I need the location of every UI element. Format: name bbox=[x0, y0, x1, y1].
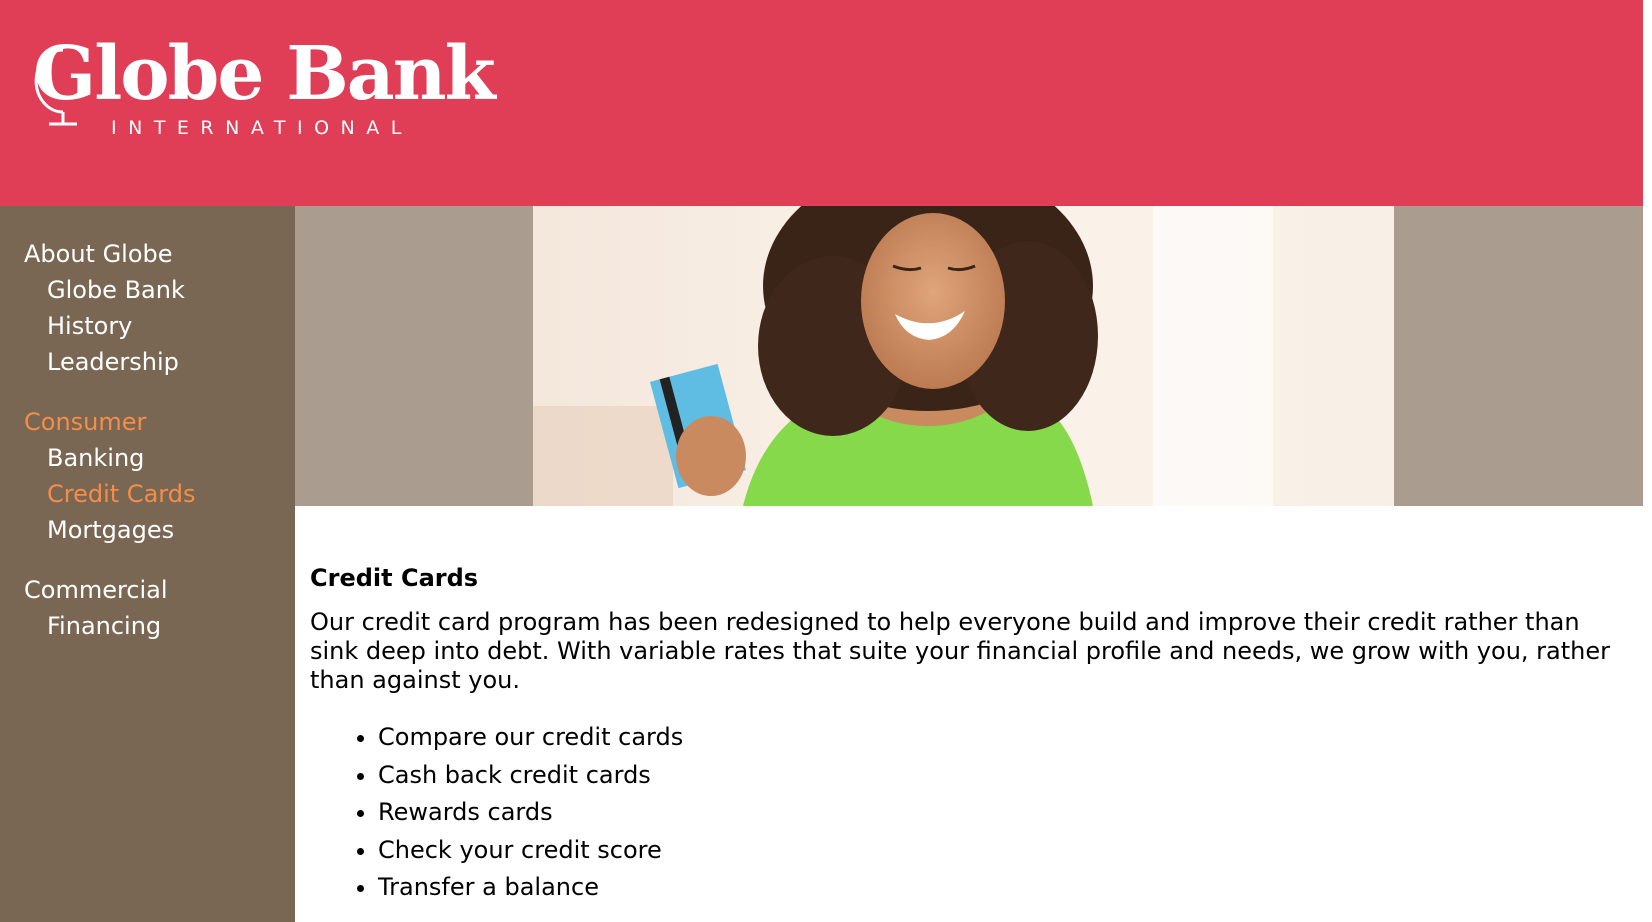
nav-group-commercial: Commercial Financing bbox=[0, 572, 295, 644]
nav-item-mortgages[interactable]: Mortgages bbox=[0, 512, 295, 548]
site-header: Globe Bank INTERNATIONAL bbox=[0, 0, 1643, 206]
brand-tagline: INTERNATIONAL bbox=[111, 117, 413, 139]
nav-item-globe-bank[interactable]: Globe Bank bbox=[0, 272, 295, 308]
hero-photo bbox=[533, 206, 1394, 506]
nav-group-about: About Globe Globe Bank History Leadershi… bbox=[0, 236, 295, 380]
page: Globe Bank INTERNATIONAL About Globe Glo… bbox=[0, 0, 1652, 922]
page-title: Credit Cards bbox=[310, 564, 479, 592]
sidebar: About Globe Globe Bank History Leadershi… bbox=[0, 206, 295, 922]
globe-bank-logo[interactable]: Globe Bank INTERNATIONAL bbox=[33, 31, 496, 144]
nav-heading-commercial[interactable]: Commercial bbox=[0, 572, 295, 608]
main-content: Credit Cards Our credit card program has… bbox=[310, 560, 1630, 907]
cash-back-cards-link[interactable]: Cash back credit cards bbox=[378, 761, 651, 789]
nav-item-credit-cards[interactable]: Credit Cards bbox=[0, 476, 295, 512]
intro-paragraph: Our credit card program has been redesig… bbox=[310, 608, 1610, 694]
credit-card-links: Compare our credit cards Cash back credi… bbox=[310, 719, 1630, 907]
nav-item-history[interactable]: History bbox=[0, 308, 295, 344]
list-item: Rewards cards bbox=[378, 794, 1630, 832]
list-item: Compare our credit cards bbox=[378, 719, 1630, 757]
transfer-balance-link[interactable]: Transfer a balance bbox=[378, 873, 599, 901]
nav-item-leadership[interactable]: Leadership bbox=[0, 344, 295, 380]
nav-heading-consumer[interactable]: Consumer bbox=[0, 404, 295, 440]
nav-heading-about-globe[interactable]: About Globe bbox=[0, 236, 295, 272]
nav-item-banking[interactable]: Banking bbox=[0, 440, 295, 476]
page-right-edge bbox=[1643, 0, 1652, 922]
list-item: Transfer a balance bbox=[378, 869, 1630, 907]
check-credit-score-link[interactable]: Check your credit score bbox=[378, 836, 662, 864]
rewards-cards-link[interactable]: Rewards cards bbox=[378, 798, 553, 826]
list-item: Check your credit score bbox=[378, 832, 1630, 870]
list-item: Cash back credit cards bbox=[378, 757, 1630, 795]
nav-group-consumer: Consumer Banking Credit Cards Mortgages bbox=[0, 404, 295, 548]
nav-item-financing[interactable]: Financing bbox=[0, 608, 295, 644]
sidebar-nav: About Globe Globe Bank History Leadershi… bbox=[0, 236, 295, 668]
brand-name: Globe Bank bbox=[33, 31, 496, 117]
hero-banner bbox=[295, 206, 1643, 506]
compare-cards-link[interactable]: Compare our credit cards bbox=[378, 723, 683, 751]
